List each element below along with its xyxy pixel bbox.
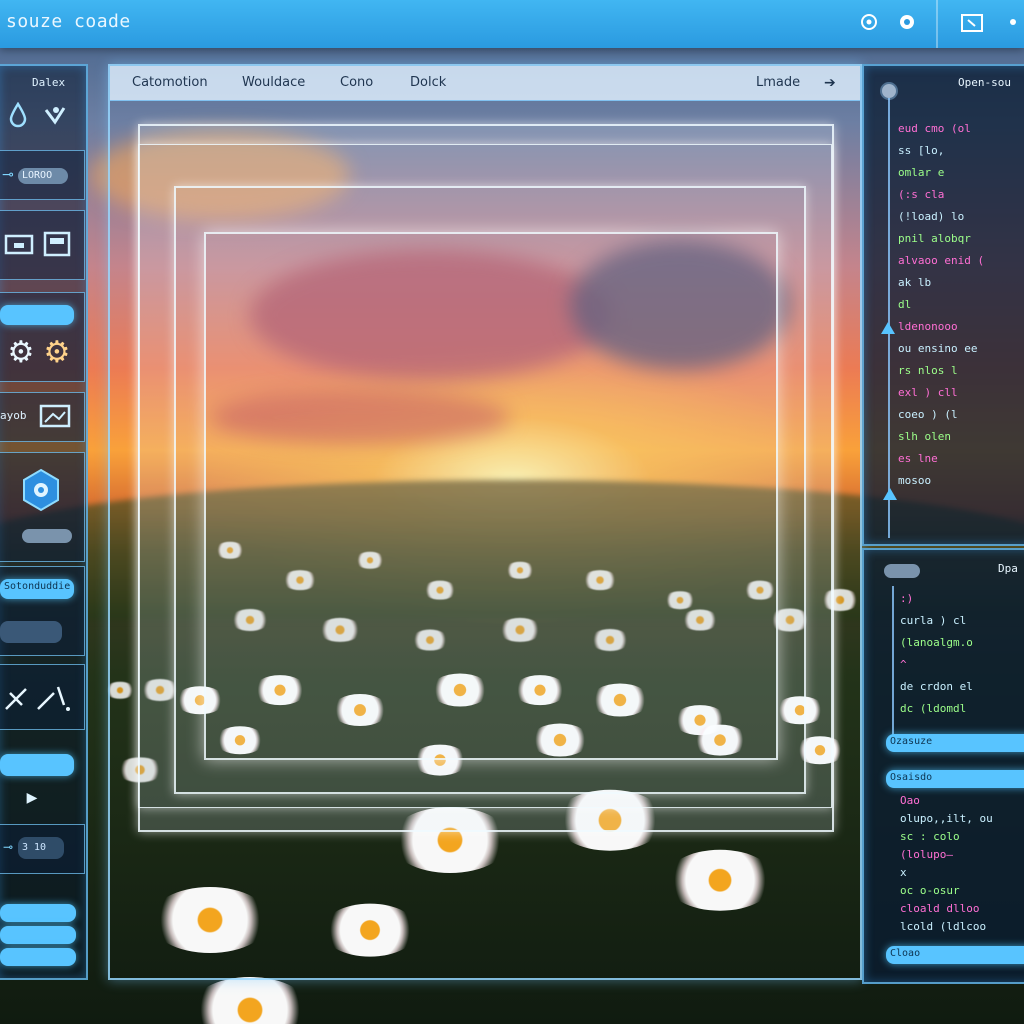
play-icon[interactable]: ▶ (22, 786, 42, 810)
code-line: rs nlos l (898, 364, 958, 377)
code-line: x (900, 866, 907, 879)
code-line: (:s cla (898, 188, 945, 201)
code-pane-top: Open-sou eud cmo (ol ss [lo, omlar e (:s… (862, 64, 1024, 546)
code-line: coeo ) (l (898, 408, 958, 421)
tool-sidebar: Dalex LOROO ⊸ ⚙ ⚙ ayob Sotonduddie ▶ ⊸ 3… (0, 64, 88, 980)
breakpoint-marker[interactable] (881, 322, 895, 334)
scroll-track[interactable] (892, 586, 894, 746)
window-icon[interactable] (42, 231, 72, 263)
action-pill-2[interactable]: Osaisdo (886, 770, 1024, 788)
code-line: ss [lo, (898, 144, 945, 157)
tab-bar: Catomotion Wouldace Cono Dolck Lmade ➔ (110, 66, 860, 101)
pane-toggle[interactable] (884, 564, 920, 578)
tab-dolck[interactable]: Dolck (410, 75, 446, 90)
stack-pill-1[interactable] (0, 904, 76, 922)
field-row-b: ⊸ 3 10 (0, 824, 85, 874)
field-row-a: LOROO ⊸ (0, 150, 85, 200)
option-field[interactable] (0, 621, 62, 643)
code-pane-bottom: Dpa :) curla ) cl (lanoalgm.o ^ de crdon… (862, 548, 1024, 984)
image-row-label: ayob (0, 409, 27, 422)
folder-icon[interactable] (4, 231, 34, 261)
arrow-right-icon[interactable]: ➔ (824, 75, 836, 91)
code-line: slh olen (898, 430, 951, 443)
target-icon[interactable] (858, 12, 880, 34)
toolbar-divider (936, 0, 938, 48)
action-pill-3[interactable]: Cloao (886, 946, 1024, 964)
hexagon-gear-icon[interactable] (18, 467, 64, 513)
window-icon[interactable] (960, 12, 983, 34)
code-line: sc : colo (900, 830, 960, 843)
code-line: ou ensino ee (898, 342, 978, 355)
option-pill[interactable]: Sotonduddie (0, 579, 74, 599)
gear-icon[interactable]: ⚙ (42, 338, 72, 368)
draw-tools (0, 664, 85, 730)
sidebar-header: Dalex (32, 76, 66, 89)
heart-icon[interactable] (42, 102, 68, 132)
code-line: omlar e (898, 166, 945, 179)
code-line: eud cmo (ol (898, 122, 971, 135)
gear-icon[interactable]: ⚙ (6, 338, 36, 368)
plugin-toggle[interactable] (22, 529, 72, 543)
record-icon[interactable] (896, 12, 918, 34)
code-line: ldenonooo (898, 320, 958, 333)
code-line: de crdon el (900, 680, 973, 693)
title-bar: souze coade (0, 0, 1024, 48)
tab-cono[interactable]: Cono (340, 75, 373, 90)
code-line: oc o-osur (900, 884, 960, 897)
link-icon[interactable]: ⊸ (0, 163, 16, 187)
wand-icon[interactable] (34, 683, 74, 719)
settings-group: ⚙ ⚙ (0, 292, 85, 382)
stack-pill-3[interactable] (0, 948, 76, 966)
breakpoint-marker[interactable] (883, 488, 897, 500)
inner-frame[interactable] (204, 232, 778, 760)
code-line: :) (900, 592, 914, 605)
code-line: ^ (900, 658, 907, 671)
image-row: ayob (0, 392, 85, 442)
code-line: mosoo (898, 474, 932, 487)
stack-pill-2[interactable] (0, 926, 76, 944)
pane-title-top: Open-sou (958, 76, 1011, 89)
code-line: es lne (898, 452, 938, 465)
code-line: olupo,,ilt, ou (900, 812, 993, 825)
code-line: (lanoalgm.o (900, 636, 973, 649)
value-field-b[interactable]: 3 10 (18, 837, 64, 859)
code-line: ak lb (898, 276, 932, 289)
drop-icon[interactable] (6, 101, 30, 134)
pen-icon[interactable] (2, 683, 32, 719)
code-line: curla ) cl (900, 614, 967, 627)
code-line: (lolupo— (900, 848, 953, 861)
code-line: alvaoo enid ( (898, 254, 985, 267)
action-pill-1[interactable]: Ozasuze (886, 734, 1024, 752)
more-icon[interactable] (1000, 12, 1022, 34)
pane-title-bottom: Dpa (998, 562, 1018, 575)
daisy (190, 977, 310, 1024)
tab-lmade[interactable]: Lmade (756, 75, 800, 90)
tab-catomotion[interactable]: Catomotion (132, 75, 208, 90)
code-line: dc (ldomdl (900, 702, 967, 715)
settings-pill[interactable] (0, 305, 74, 325)
scroll-track[interactable] (888, 98, 890, 538)
code-line: dl (898, 298, 912, 311)
app-title: souze coade (6, 11, 131, 32)
run-pill[interactable] (0, 754, 74, 776)
icon-group-files (0, 210, 85, 280)
code-line: exl ) cll (898, 386, 958, 399)
link-icon[interactable]: ⊸ (0, 835, 16, 859)
value-field-a[interactable]: LOROO (18, 168, 68, 184)
canvas-workspace[interactable]: Catomotion Wouldace Cono Dolck Lmade ➔ (108, 64, 862, 980)
code-line: (!load) lo (898, 210, 965, 223)
code-line: Oao (900, 794, 920, 807)
image-icon[interactable] (38, 403, 72, 435)
code-line: lcold (ldlcoo (900, 920, 987, 933)
code-line: cloald dlloo (900, 902, 980, 915)
tab-wouldace[interactable]: Wouldace (242, 75, 305, 90)
code-line: pnil alobqr (898, 232, 971, 245)
plugin-group (0, 452, 85, 562)
option-group: Sotonduddie (0, 566, 85, 656)
